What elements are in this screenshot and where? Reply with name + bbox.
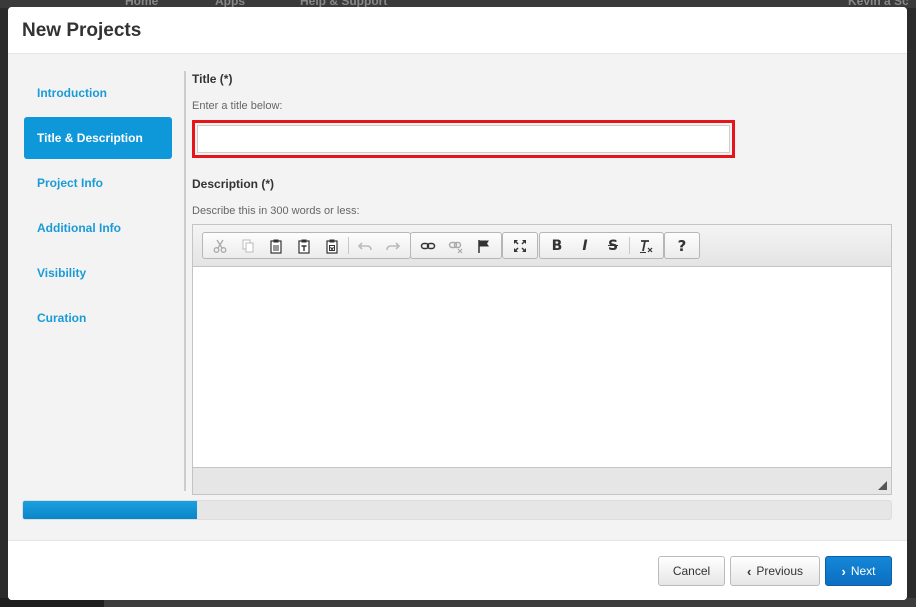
- strikethrough-icon[interactable]: S: [599, 233, 627, 258]
- paste-text-icon[interactable]: [290, 233, 318, 258]
- title-input[interactable]: [197, 125, 730, 153]
- next-label: Next: [850, 564, 876, 578]
- dialog-title: New Projects: [22, 20, 142, 41]
- title-label: Title (*): [192, 72, 233, 86]
- description-text-area[interactable]: [193, 267, 891, 467]
- paste-word-icon[interactable]: [318, 233, 346, 258]
- help-icon[interactable]: ?: [668, 233, 696, 258]
- help-group: ?: [664, 232, 700, 259]
- link-icon[interactable]: [414, 233, 442, 258]
- undo-icon[interactable]: [351, 233, 379, 258]
- dialog-footer: Cancel ‹ Previous › Next: [8, 540, 907, 600]
- redo-icon[interactable]: [379, 233, 407, 258]
- italic-icon[interactable]: I: [571, 233, 599, 258]
- dialog-body: Introduction Title & Description Project…: [8, 54, 907, 540]
- resize-grip-icon[interactable]: [878, 481, 887, 490]
- anchor-icon[interactable]: [470, 233, 498, 258]
- new-projects-dialog: New Projects Introduction Title & Descri…: [8, 7, 907, 600]
- description-hint: Describe this in 300 words or less:: [192, 205, 360, 217]
- chevron-left-icon: ‹: [746, 563, 752, 579]
- remove-format-icon[interactable]: [632, 233, 660, 258]
- editor-toolbar: B I S ?: [193, 225, 891, 267]
- step-content: Title (*) Enter a title below: Descripti…: [192, 72, 892, 495]
- title-input-highlight: [192, 120, 735, 158]
- cancel-button[interactable]: Cancel: [658, 556, 725, 586]
- paste-icon[interactable]: [262, 233, 290, 258]
- wizard-steps-sidebar: Introduction Title & Description Project…: [24, 72, 172, 342]
- step-curation[interactable]: Curation: [24, 297, 172, 339]
- maximize-icon[interactable]: [506, 233, 534, 258]
- cut-icon[interactable]: [206, 233, 234, 258]
- toolbar-separator: [629, 237, 630, 254]
- basic-styles-group: B I S: [539, 232, 664, 259]
- step-title-description[interactable]: Title & Description: [24, 117, 172, 159]
- dialog-header: New Projects: [8, 7, 907, 54]
- bold-icon[interactable]: B: [543, 233, 571, 258]
- step-introduction[interactable]: Introduction: [24, 72, 172, 114]
- editor-status-bar: [193, 467, 891, 494]
- step-project-info[interactable]: Project Info: [24, 162, 172, 204]
- toolbar-separator: [348, 237, 349, 254]
- previous-button[interactable]: ‹ Previous: [730, 556, 820, 586]
- link-group: [410, 232, 502, 259]
- step-visibility[interactable]: Visibility: [24, 252, 172, 294]
- chevron-right-icon: ›: [841, 563, 846, 579]
- step-additional-info[interactable]: Additional Info: [24, 207, 172, 249]
- tools-group: [502, 232, 538, 259]
- progress-fill: [23, 501, 197, 519]
- sidebar-divider: [184, 71, 186, 491]
- description-rich-text-editor: B I S ?: [192, 224, 892, 495]
- unlink-icon[interactable]: [442, 233, 470, 258]
- title-hint: Enter a title below:: [192, 100, 283, 112]
- clipboard-group: [202, 232, 411, 259]
- copy-icon[interactable]: [234, 233, 262, 258]
- next-button[interactable]: › Next: [825, 556, 892, 586]
- wizard-progress-bar: [22, 500, 892, 520]
- previous-label: Previous: [756, 564, 804, 578]
- description-label: Description (*): [192, 177, 275, 191]
